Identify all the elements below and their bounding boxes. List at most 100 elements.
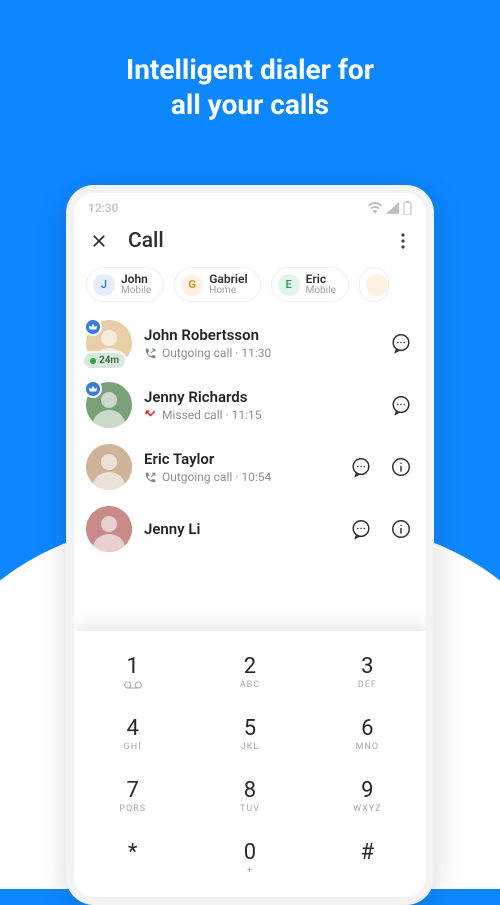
chip-name: John (121, 273, 151, 286)
key-digit: * (128, 840, 137, 865)
avatar (86, 506, 132, 552)
dialpad-key-9[interactable]: 9WXYZ (309, 765, 426, 827)
key-letters: PQRS (119, 804, 146, 814)
premium-badge-icon (84, 380, 102, 398)
call-subline: Missed call · 11:15 (144, 408, 376, 422)
dialpad-key-#[interactable]: # (309, 827, 426, 889)
phone-frame: 12:30 Call J John Mobile G Gabriel Home … (66, 185, 434, 905)
chip-text: Eric Mobile (306, 273, 336, 296)
contact-name: John Robertsson (144, 326, 376, 344)
chip-sub: Home (209, 286, 247, 297)
call-text: Eric Taylor Outgoing call · 10:54 (144, 450, 336, 484)
contact-name: Eric Taylor (144, 450, 336, 468)
key-digit: 0 (244, 840, 256, 865)
dialpad-key-1[interactable]: 1 (74, 641, 191, 703)
dialpad-key-4[interactable]: 4GHI (74, 703, 191, 765)
promo-headline: Intelligent dialer for all your calls (0, 0, 500, 122)
signal-icon (386, 202, 399, 214)
voicemail-icon (124, 679, 142, 691)
status-bar: 12:30 (74, 193, 426, 219)
battery-icon (403, 201, 412, 215)
call-text: Jenny Li (144, 520, 336, 538)
call-row[interactable]: Eric Taylor Outgoing call · 10:54 (74, 436, 426, 498)
duration-badge: 24m (82, 351, 127, 370)
chip-avatar (366, 274, 388, 296)
close-icon[interactable] (88, 230, 110, 252)
key-letters: JKL (241, 742, 259, 752)
message-button[interactable] (348, 454, 374, 480)
call-row[interactable]: 24m John Robertsson Outgoing call · 11:3… (74, 312, 426, 374)
call-subline: Outgoing call · 11:30 (144, 346, 376, 360)
dialpad-key-5[interactable]: 5JKL (191, 703, 308, 765)
contact-name: Jenny Richards (144, 388, 376, 406)
message-button[interactable] (388, 392, 414, 418)
key-digit: 1 (126, 654, 138, 679)
message-button[interactable] (348, 516, 374, 542)
contact-chip[interactable]: E Eric Mobile (271, 267, 349, 302)
key-letters: GHI (124, 742, 142, 752)
key-digit: 9 (361, 778, 373, 803)
call-text: John Robertsson Outgoing call · 11:30 (144, 326, 376, 360)
wifi-icon (368, 202, 382, 214)
contact-name: Jenny Li (144, 520, 336, 538)
chip-name: Gabriel (209, 273, 247, 286)
key-letters: TUV (240, 804, 260, 814)
key-letters: MNO (356, 742, 379, 752)
status-icons (368, 201, 412, 215)
call-list: 24m John Robertsson Outgoing call · 11:3… (74, 312, 426, 552)
dialpad-key-0[interactable]: 0+ (191, 827, 308, 889)
key-digit: 6 (361, 716, 373, 741)
row-actions (388, 392, 414, 418)
headline-line1: Intelligent dialer for (126, 53, 374, 86)
dialpad: 12ABC3DEF4GHI5JKL6MNO7PQRS8TUV9WXYZ*0+# (74, 631, 426, 897)
premium-badge-icon (84, 318, 102, 336)
contact-chip[interactable]: G Gabriel Home (174, 267, 260, 302)
row-actions (348, 516, 414, 542)
avatar (86, 382, 132, 428)
more-icon[interactable] (392, 230, 414, 252)
key-digit: # (361, 840, 375, 865)
contact-chip[interactable]: J John Mobile (86, 267, 164, 302)
info-button[interactable] (388, 516, 414, 542)
key-digit: 7 (126, 778, 138, 803)
chip-text: John Mobile (121, 273, 151, 296)
headline-line2: all your calls (171, 88, 329, 121)
key-digit: 5 (244, 716, 256, 741)
avatar: 24m (86, 320, 132, 366)
dialpad-key-2[interactable]: 2ABC (191, 641, 308, 703)
chip-sub: Mobile (121, 286, 151, 297)
contact-chip[interactable] (359, 267, 389, 302)
chip-text: Gabriel Home (209, 273, 247, 296)
dialpad-key-*[interactable]: * (74, 827, 191, 889)
call-text: Jenny Richards Missed call · 11:15 (144, 388, 376, 422)
header-title: Call (128, 229, 392, 253)
dialpad-key-3[interactable]: 3DEF (309, 641, 426, 703)
suggestion-chips: J John Mobile G Gabriel Home E Eric Mobi… (74, 259, 426, 312)
avatar-image (86, 506, 132, 552)
header: Call (74, 219, 426, 259)
call-row[interactable]: Jenny Richards Missed call · 11:15 (74, 374, 426, 436)
key-digit: 4 (126, 716, 138, 741)
chip-avatar: E (278, 274, 300, 296)
message-button[interactable] (388, 330, 414, 356)
key-letters: + (247, 866, 253, 876)
avatar (86, 444, 132, 490)
dialpad-key-7[interactable]: 7PQRS (74, 765, 191, 827)
status-time: 12:30 (88, 201, 118, 215)
info-button[interactable] (388, 454, 414, 480)
chip-avatar: G (181, 274, 203, 296)
chip-sub: Mobile (306, 286, 336, 297)
dialpad-key-6[interactable]: 6MNO (309, 703, 426, 765)
chip-avatar: J (93, 274, 115, 296)
key-letters: DEF (358, 680, 377, 690)
row-actions (388, 330, 414, 356)
row-actions (348, 454, 414, 480)
dialpad-key-8[interactable]: 8TUV (191, 765, 308, 827)
key-digit: 8 (244, 778, 256, 803)
call-row[interactable]: Jenny Li (74, 498, 426, 552)
avatar-image (86, 444, 132, 490)
key-digit: 2 (244, 654, 256, 679)
key-letters: ABC (240, 680, 260, 690)
key-digit: 3 (361, 654, 373, 679)
call-subline: Outgoing call · 10:54 (144, 470, 336, 484)
